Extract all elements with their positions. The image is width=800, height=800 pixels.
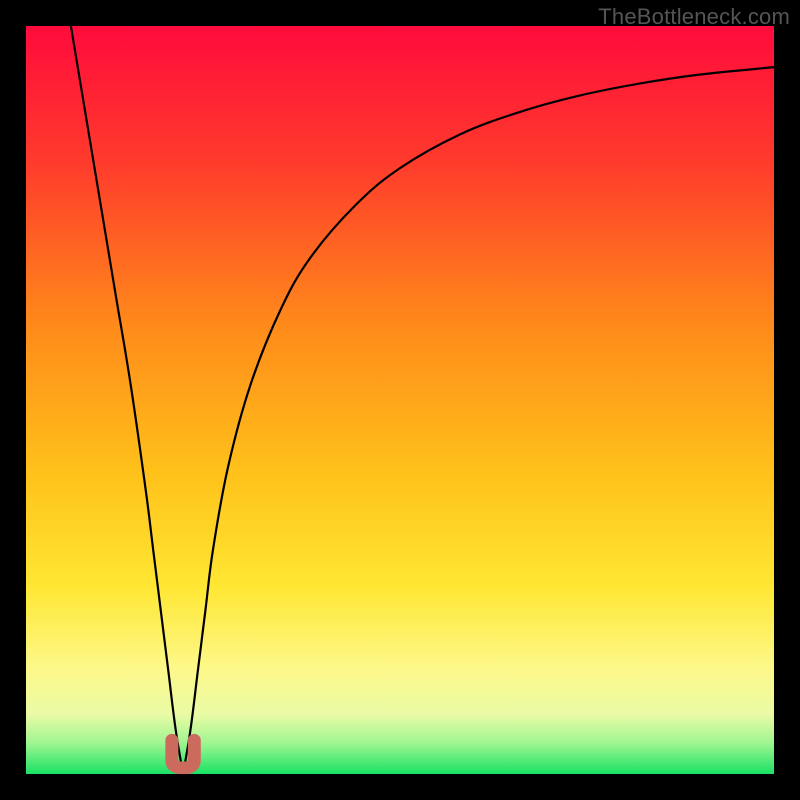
chart-frame: TheBottleneck.com — [0, 0, 800, 800]
plot-area — [26, 26, 774, 774]
curve-right-branch — [183, 67, 774, 774]
minimum-marker — [172, 740, 194, 768]
bottleneck-curve — [26, 26, 774, 774]
curve-left-branch — [71, 26, 183, 774]
